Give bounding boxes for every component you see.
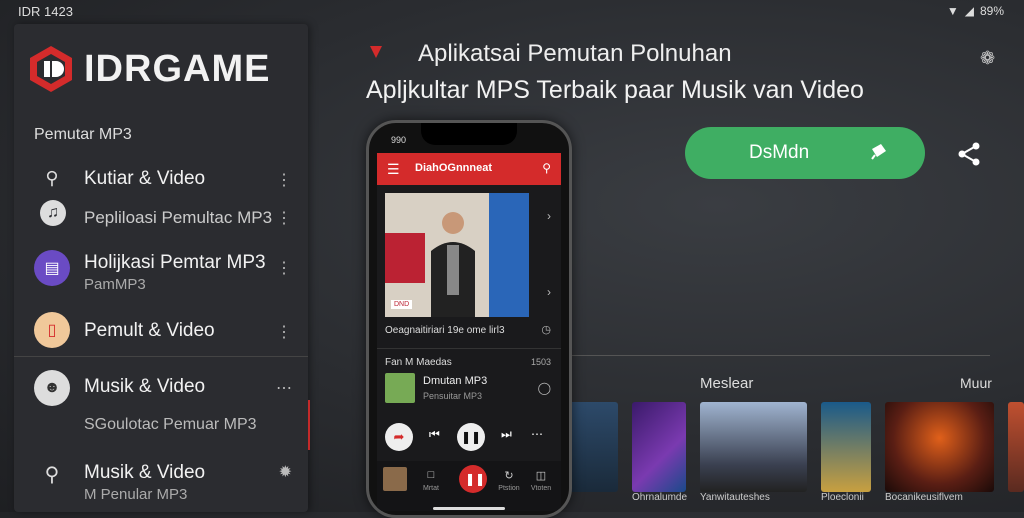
sidebar-item-label: Pepliloasi Pemultac MP3 xyxy=(84,208,273,227)
more-icon[interactable]: ⋮ xyxy=(276,170,292,190)
track-subtitle: Pensuitar MP3 xyxy=(423,391,483,401)
track-thumbnail[interactable] xyxy=(385,373,415,403)
more-icon[interactable]: ⋮ xyxy=(276,322,292,342)
phone-caption: Oeagnaitiriari 19e ome lirl3 xyxy=(385,325,505,336)
nav-avatar[interactable] xyxy=(383,467,407,491)
play-triangle-icon xyxy=(370,46,382,58)
phone-app-title: DiahOGnnneat xyxy=(415,162,493,174)
wifi-icon: ▼ xyxy=(946,4,959,18)
battery-text: 89% xyxy=(979,4,1004,18)
sidebar-item-label: Musik & Video xyxy=(84,462,206,483)
status-bar: IDR 1423 ▼ ◢ 89% xyxy=(0,0,1024,24)
sidebar-item-label: Kutiar & Video xyxy=(84,168,206,189)
album-art[interactable]: DND xyxy=(385,193,529,317)
thumbnail-card[interactable] xyxy=(885,402,994,492)
sidebar: IDRGAME Pemutar MP3 ⚲ Kutiar & Video ⋮ ♫… xyxy=(14,24,308,512)
brand-name: IDRGAME xyxy=(84,47,271,90)
sidebar-item-label: Pemult & Video xyxy=(84,320,215,341)
chevron-right-icon[interactable]: › xyxy=(547,209,551,223)
clock-icon[interactable]: ◯ xyxy=(538,381,551,395)
art-badge: DND xyxy=(391,300,413,309)
nav-label: Ptstion xyxy=(498,485,520,492)
thumbnail-card[interactable] xyxy=(821,402,871,492)
thumbnail-caption: Ploeclonii xyxy=(821,492,864,503)
art-shape xyxy=(385,233,425,283)
artist-photo xyxy=(431,212,475,317)
repeat-button[interactable]: ➦ xyxy=(385,423,413,451)
download-label: DsMdn xyxy=(749,142,810,163)
thumbnail-caption: Ohrnalumde xyxy=(632,492,688,503)
nav-refresh-icon[interactable]: ↻ xyxy=(495,469,523,482)
avatar: ☻ xyxy=(34,370,70,406)
chevron-right-icon[interactable]: › xyxy=(547,285,551,299)
phone-divider xyxy=(377,348,561,349)
music-icon: ♫ xyxy=(40,200,66,226)
nav-bookmark-icon[interactable]: □ xyxy=(417,469,445,481)
thumbnail-card[interactable] xyxy=(1008,402,1024,492)
sidebar-item-label: Musik & Video xyxy=(84,376,206,397)
settings-icon[interactable]: ✹ xyxy=(279,462,292,482)
status-icons: ▼ ◢ 89% xyxy=(947,4,1004,18)
menu-icon[interactable]: ☰ xyxy=(387,161,400,178)
phone-bottom-nav: □ Mrtat ❚❚ ↻ Ptstion ◫ Vtoten xyxy=(377,461,561,511)
scrollbar[interactable] xyxy=(308,400,310,450)
sidebar-item-musik-1[interactable]: ☻ Musik & Video SGoulotac Pemuar MP3 ⋯ xyxy=(14,368,308,433)
download-button[interactable]: DsMdn xyxy=(685,127,925,179)
sidebar-heading: Pemutar MP3 xyxy=(34,126,132,143)
download-icon xyxy=(871,144,886,160)
thumbnail-card[interactable] xyxy=(632,402,686,492)
play-button[interactable]: ❚❚ xyxy=(459,465,487,493)
nav-label: Mrtat xyxy=(423,485,439,492)
sidebar-item-label: Holijkasi Pemtar MP3 xyxy=(84,252,266,273)
sidebar-item-holijkasi[interactable]: ▤ Holijkasi Pemtar MP3 PamMP3 ⋮ xyxy=(14,248,308,304)
sidebar-item-pemult[interactable]: ▯ Pemult & Video ⋮ xyxy=(14,310,308,366)
pause-button[interactable]: ❚❚ xyxy=(457,423,485,451)
page-title: Aplikatsai Pemutan Polnuhan xyxy=(418,40,732,67)
thumbnail-caption: Bocanikeusiflvem xyxy=(885,492,963,503)
search-icon: ⚲ xyxy=(44,463,60,486)
art-shape xyxy=(489,193,529,317)
search-icon: ⚲ xyxy=(45,167,59,188)
phone-section-count: 1503 xyxy=(530,357,551,367)
signal-icon: ◢ xyxy=(964,4,974,18)
sidebar-item-sublabel: PamMP3 xyxy=(84,276,146,293)
phone-app-body: DND › › Oeagnaitiriari 19e ome lirl3 ◷ F… xyxy=(377,185,561,511)
section-divider xyxy=(570,355,990,356)
section-more-link[interactable]: Muur xyxy=(960,375,992,391)
phone-mockup: 990 ☰ DiahOGnnneat ⚲ DND › › Oeagnaitiri… xyxy=(366,120,572,518)
clipboard-icon: ▯ xyxy=(34,312,70,348)
home-indicator xyxy=(433,507,505,510)
nav-label: Vtoten xyxy=(530,485,552,492)
timer-icon[interactable]: ◷ xyxy=(541,323,551,336)
status-time: IDR 1423 xyxy=(18,4,73,19)
nav-video-icon[interactable]: ◫ xyxy=(527,469,555,482)
thumbnail-card[interactable] xyxy=(700,402,807,492)
sidebar-divider xyxy=(14,356,308,357)
search-icon[interactable]: ⚲ xyxy=(542,161,551,175)
brand-logo-icon xyxy=(30,46,72,92)
share-icon[interactable] xyxy=(956,142,982,166)
settings-icon[interactable]: ❁ xyxy=(980,48,995,69)
page-subtitle: Apljkultar MPS Terbaik paar Musik van Vi… xyxy=(366,76,864,104)
sidebar-item-sublabel: M Penular MP3 xyxy=(84,486,188,503)
phone-notch xyxy=(421,123,517,145)
thumbnail-caption: Yanwitauteshes xyxy=(700,492,770,503)
phone-status-time: 990 xyxy=(391,135,407,145)
phone-app-header: ☰ DiahOGnnneat ⚲ xyxy=(377,153,561,185)
logo[interactable]: IDRGAME xyxy=(28,44,270,94)
next-button[interactable]: ⏭ xyxy=(501,427,512,442)
sidebar-item-musik-2[interactable]: ⚲ Musik & Video M Penular MP3 ✹ xyxy=(14,456,308,512)
more-icon[interactable]: ⋮ xyxy=(276,208,292,228)
previous-button[interactable]: ⏮ xyxy=(429,427,440,442)
document-icon: ▤ xyxy=(34,250,70,286)
phone-section-title: Fan M Maedas xyxy=(385,357,452,368)
sidebar-item-sublabel: SGoulotac Pemuar MP3 xyxy=(84,416,257,433)
section-title: Meslear xyxy=(700,375,754,392)
more-icon[interactable]: ⋯ xyxy=(276,378,292,398)
more-icon[interactable]: ⋮ xyxy=(276,258,292,278)
thumbnail-card[interactable] xyxy=(566,402,618,492)
track-title: Dmutan MP3 xyxy=(423,375,488,387)
more-icon[interactable]: ⋯ xyxy=(531,427,543,441)
